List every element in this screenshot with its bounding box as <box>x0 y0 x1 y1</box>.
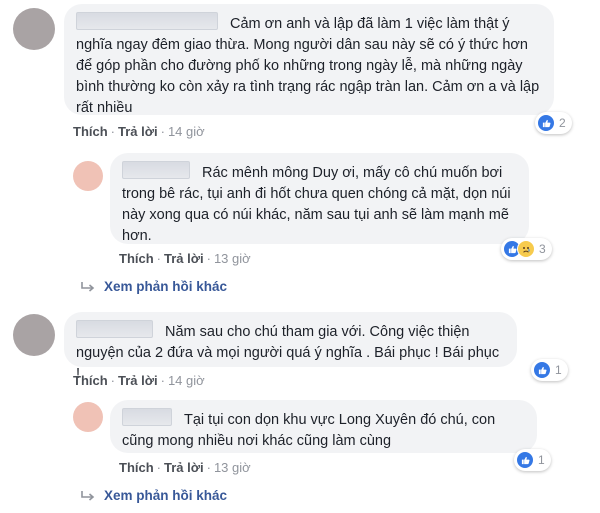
blurred-commenter-name[interactable] <box>76 12 218 30</box>
comment-actions: Thích · Trả lời · 14 giờ <box>73 373 205 388</box>
reaction-count: 2 <box>559 116 566 130</box>
comment-actions: Thích · Trả lời · 14 giờ <box>73 124 205 139</box>
view-more-replies-label: Xem phản hồi khác <box>104 488 228 503</box>
replier-avatar[interactable] <box>73 161 103 191</box>
reaction-count: 1 <box>538 453 545 467</box>
reaction-summary[interactable]: 3 <box>501 238 552 260</box>
comment-text: Cảm ơn anh và lập đã làm 1 việc làm thật… <box>76 16 540 116</box>
comment-bubble: Năm sau cho chú tham gia với. Công việc … <box>64 312 517 382</box>
commenter-avatar[interactable] <box>13 314 55 356</box>
reply-bubble: Tại tụi con dọn khu vực Long Xuyên đó ch… <box>110 400 537 453</box>
like-icon <box>516 451 534 469</box>
replier-avatar[interactable] <box>73 402 103 432</box>
reply-timestamp[interactable]: 13 giờ <box>214 251 251 266</box>
blurred-replier-name[interactable] <box>122 408 172 426</box>
view-more-replies-link[interactable]: Xem phản hồi khác <box>80 488 227 503</box>
reaction-summary[interactable]: 1 <box>531 359 568 381</box>
comment-timestamp[interactable]: 14 giờ <box>168 124 205 139</box>
view-more-replies-label: Xem phản hồi khác <box>104 279 228 294</box>
reply-text: Tại tụi con dọn khu vực Long Xuyên đó ch… <box>122 412 496 449</box>
reply-timestamp[interactable]: 13 giờ <box>214 460 251 475</box>
comment-timestamp[interactable]: 14 giờ <box>168 373 205 388</box>
reply-link[interactable]: Trả lời <box>164 460 204 475</box>
reply-bubble: Rác mênh mông Duy ơi, mấy cô chú muốn bơ… <box>110 153 529 244</box>
like-link[interactable]: Thích <box>119 251 154 266</box>
like-link[interactable]: Thích <box>119 460 154 475</box>
like-icon <box>533 361 551 379</box>
reaction-count: 1 <box>555 363 562 377</box>
like-icon <box>537 114 555 132</box>
reply-arrow-icon <box>80 281 96 293</box>
like-link[interactable]: Thích <box>73 373 108 388</box>
reaction-summary[interactable]: 2 <box>535 112 572 134</box>
reply-actions: Thích · Trả lời · 13 giờ <box>119 251 251 266</box>
comment-bubble: Cảm ơn anh và lập đã làm 1 việc làm thật… <box>64 4 554 116</box>
reaction-summary[interactable]: 1 <box>514 449 551 471</box>
blurred-replier-name[interactable] <box>122 161 190 179</box>
blurred-commenter-name[interactable] <box>76 320 153 338</box>
reply-arrow-icon <box>80 490 96 502</box>
view-more-replies-link[interactable]: Xem phản hồi khác <box>80 279 227 294</box>
like-link[interactable]: Thích <box>73 124 108 139</box>
commenter-avatar[interactable] <box>13 8 55 50</box>
reaction-count: 3 <box>539 242 546 256</box>
reply-link[interactable]: Trả lời <box>164 251 204 266</box>
reply-link[interactable]: Trả lời <box>118 373 158 388</box>
reply-actions: Thích · Trả lời · 13 giờ <box>119 460 251 475</box>
sad-icon <box>517 240 535 258</box>
reply-link[interactable]: Trả lời <box>118 124 158 139</box>
